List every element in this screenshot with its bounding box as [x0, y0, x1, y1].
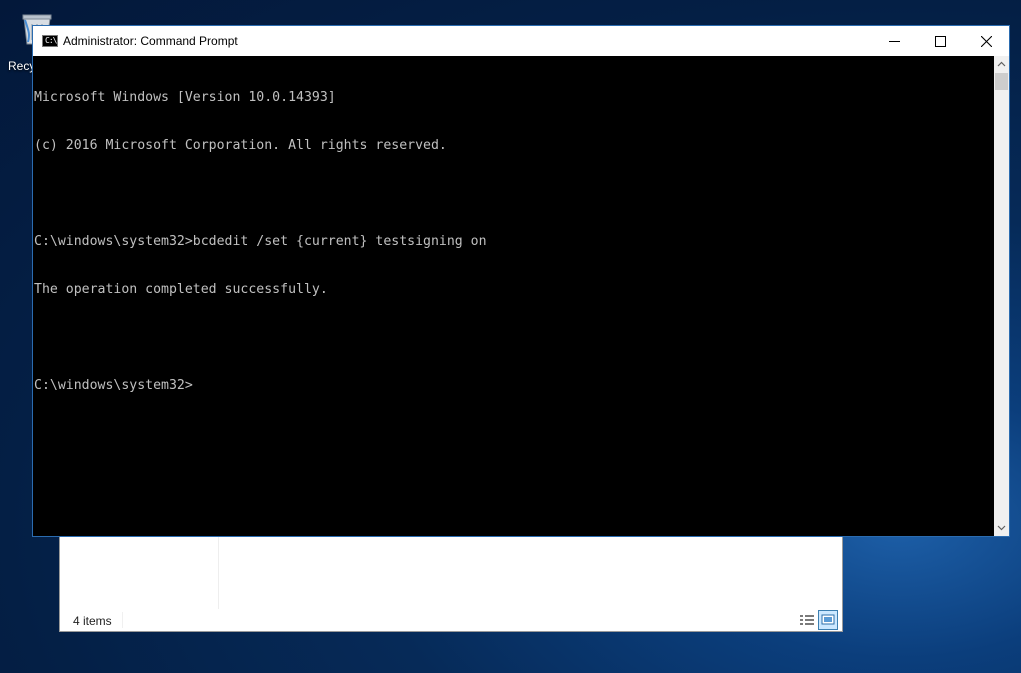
- console-line: Microsoft Windows [Version 10.0.14393]: [34, 90, 336, 105]
- scroll-down-button[interactable]: [994, 519, 1009, 536]
- explorer-status-bar: 4 items: [60, 609, 842, 631]
- close-button[interactable]: [963, 26, 1009, 56]
- command-prompt-icon-text: C:\: [45, 36, 57, 45]
- maximize-button[interactable]: [917, 26, 963, 56]
- console-text: Microsoft Windows [Version 10.0.14393] (…: [34, 58, 487, 426]
- chevron-down-icon: [997, 525, 1006, 531]
- maximize-icon: [935, 36, 946, 47]
- item-count: 4 items: [73, 614, 112, 628]
- command-prompt-icon: C:\: [42, 35, 58, 47]
- console-line: (c) 2016 Microsoft Corporation. All righ…: [34, 138, 447, 153]
- command-prompt-window[interactable]: C:\ Administrator: Command Prompt Micros…: [32, 25, 1010, 537]
- minimize-button[interactable]: [871, 26, 917, 56]
- chevron-up-icon: [997, 61, 1006, 67]
- details-view-button[interactable]: [797, 610, 817, 630]
- details-view-icon: [800, 615, 814, 625]
- title-bar[interactable]: C:\ Administrator: Command Prompt: [33, 26, 1009, 56]
- vertical-scrollbar[interactable]: [994, 56, 1009, 536]
- scroll-up-button[interactable]: [994, 56, 1009, 73]
- window-title: Administrator: Command Prompt: [63, 34, 238, 48]
- large-icons-view-icon: [821, 614, 835, 625]
- navigation-pane-divider: [218, 537, 219, 609]
- status-divider: [122, 612, 123, 628]
- close-icon: [981, 36, 992, 47]
- console-output-area[interactable]: Microsoft Windows [Version 10.0.14393] (…: [33, 56, 994, 536]
- command-prompt-line: C:\windows\system32>: [34, 378, 193, 393]
- large-icons-view-button[interactable]: [818, 610, 838, 630]
- scroll-thumb[interactable]: [995, 73, 1008, 90]
- minimize-icon: [889, 41, 900, 42]
- console-line: C:\windows\system32>bcdedit /set {curren…: [34, 234, 487, 249]
- console-line: The operation completed successfully.: [34, 282, 328, 297]
